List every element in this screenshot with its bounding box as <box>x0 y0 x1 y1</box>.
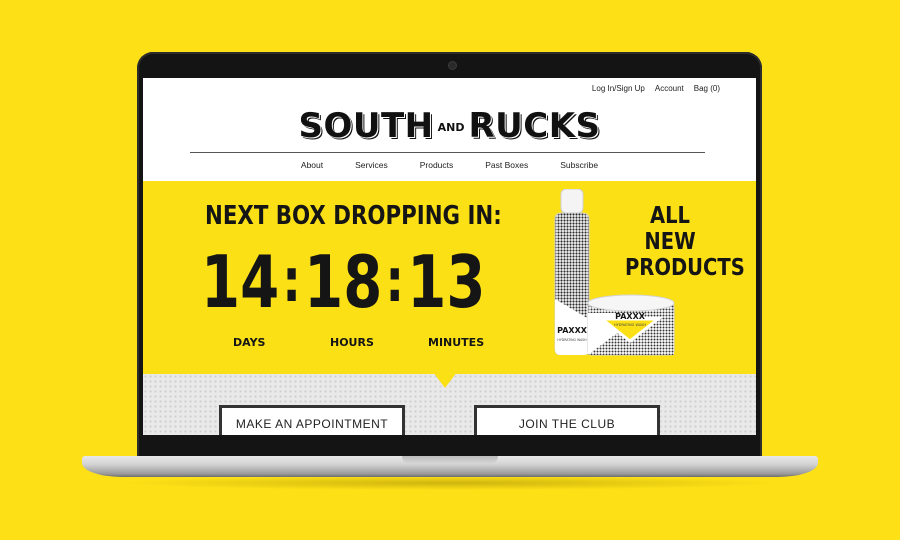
header-divider <box>190 152 705 153</box>
nav-about[interactable]: About <box>301 160 323 170</box>
camera-icon <box>449 62 456 69</box>
countdown-hero: NEXT BOX DROPPING IN: 14:18:13 DAYS HOUR… <box>143 181 756 374</box>
laptop-opening-notch <box>402 456 498 464</box>
jar-product-label: HYDRATING WASH <box>614 323 646 327</box>
site-header: SOUTH AND RUCKS About Services Products Pa… <box>143 96 756 181</box>
logo-south: SOUTH <box>298 106 434 146</box>
days-label: DAYS <box>233 336 266 349</box>
hero-pointer <box>433 372 457 388</box>
countdown-hours: 18 <box>304 240 383 324</box>
account-links: Log In/Sign Up Account Bag (0) <box>592 84 720 93</box>
nav-past-boxes[interactable]: Past Boxes <box>485 160 528 170</box>
product-jar-image: PAXXX HYDRATING WASH <box>587 294 675 356</box>
join-club-button[interactable]: JOIN THE CLUB <box>474 405 660 435</box>
laptop-shadow <box>120 476 780 490</box>
promo-line-1: ALL NEW <box>644 203 696 255</box>
nav-subscribe[interactable]: Subscribe <box>560 160 598 170</box>
bag-link[interactable]: Bag (0) <box>694 84 720 93</box>
logo-and: AND <box>437 121 465 134</box>
jar-brand-label: PAXXX <box>615 312 646 321</box>
countdown-separator: : <box>282 246 301 316</box>
countdown-title: NEXT BOX DROPPING IN: <box>205 201 502 231</box>
bottle-product-label: HYDRATING WASH <box>557 338 587 342</box>
nav-services[interactable]: Services <box>355 160 388 170</box>
logo-rucks: RUCKS <box>468 106 601 146</box>
login-link[interactable]: Log In/Sign Up <box>592 84 645 93</box>
minutes-label: MINUTES <box>428 336 485 349</box>
main-nav: About Services Products Past Boxes Subsc… <box>143 160 756 170</box>
promo-title: ALL NEW PRODUCTS <box>624 203 745 281</box>
countdown-days: 14 <box>201 240 280 324</box>
website-screen: Log In/Sign Up Account Bag (0) SOUTH AND R… <box>143 78 756 435</box>
make-appointment-button[interactable]: MAKE AN APPOINTMENT <box>219 405 405 435</box>
countdown-minutes: 13 <box>407 240 486 324</box>
site-logo[interactable]: SOUTH AND RUCKS <box>143 106 756 146</box>
countdown-timer: 14:18:13 <box>201 237 485 327</box>
hours-label: HOURS <box>330 336 374 349</box>
promo-line-2: PRODUCTS <box>624 255 745 281</box>
countdown-separator: : <box>385 246 405 316</box>
account-link[interactable]: Account <box>655 84 684 93</box>
nav-products[interactable]: Products <box>420 160 454 170</box>
